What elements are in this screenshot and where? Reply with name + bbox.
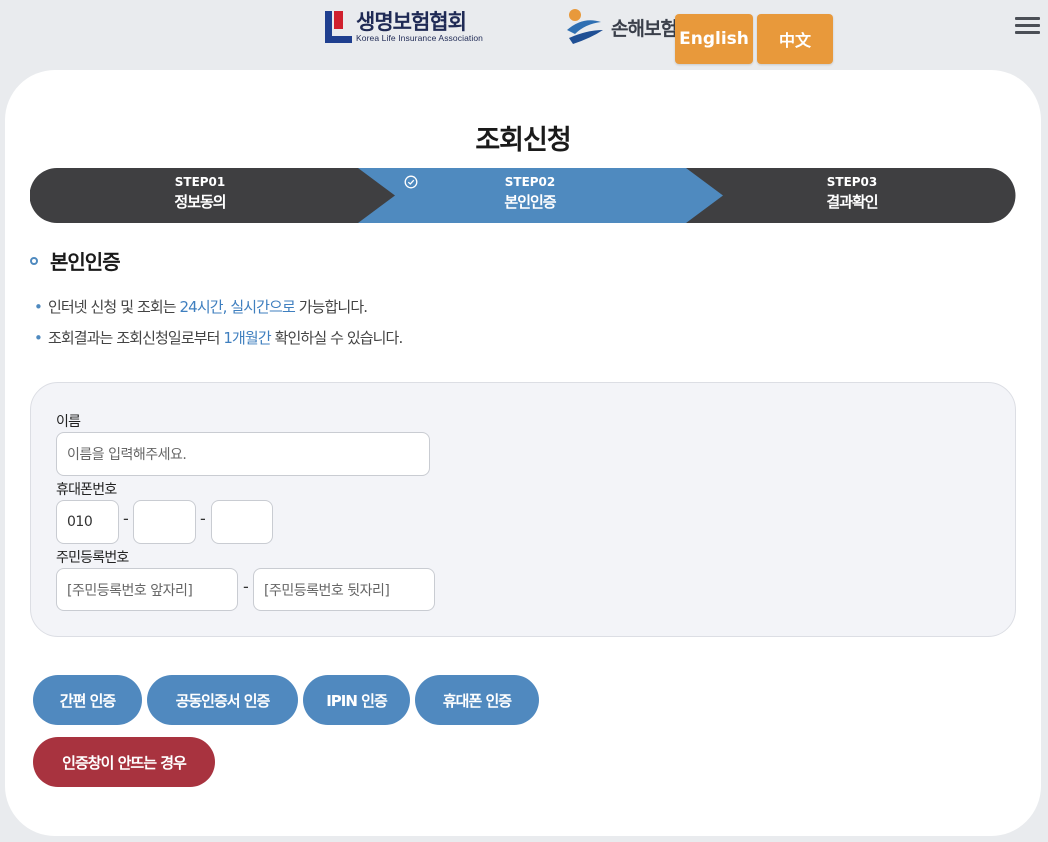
- phone-last-input[interactable]: [211, 500, 273, 544]
- english-button[interactable]: English: [675, 14, 753, 64]
- phone-auth-button[interactable]: 휴대폰 인증: [415, 675, 539, 725]
- rrn-label: 주민등록번호: [56, 550, 129, 566]
- main-card: 조회신청 STEP01 정보동의 STEP02 본인인증 STEP03 결과확인…: [5, 70, 1041, 836]
- klia-logo-mark-icon: [325, 11, 352, 43]
- klia-logo-text: 생명보험협회: [356, 10, 467, 34]
- gia-logo-mark-icon: [567, 9, 603, 44]
- phone-dash: -: [123, 509, 129, 528]
- cert-auth-button[interactable]: 공동인증서 인증: [147, 675, 298, 725]
- step-3-number: STEP03: [826, 175, 878, 189]
- section-title: 본인인증: [30, 246, 121, 275]
- phone-prefix-input[interactable]: 010: [56, 500, 119, 544]
- step-3-name: 결과확인: [826, 193, 878, 211]
- section-title-text: 본인인증: [50, 250, 121, 274]
- step-3: STEP03 결과확인: [722, 175, 982, 214]
- header: 생명보험협회 Korea Life Insurance Association …: [0, 0, 1048, 66]
- step-indicator: STEP01 정보동의 STEP02 본인인증 STEP03 결과확인: [30, 168, 1016, 223]
- phone-label: 휴대폰번호: [56, 482, 117, 498]
- step-2-name: 본인인증: [504, 193, 556, 211]
- step-1-number: STEP01: [174, 175, 226, 189]
- klia-logo-subtext: Korea Life Insurance Association: [356, 33, 483, 43]
- popup-help-button[interactable]: 인증창이 안뜨는 경우: [33, 737, 215, 787]
- notice-highlight: 1개월간: [223, 329, 271, 347]
- rrn-dash: -: [243, 577, 249, 596]
- rrn-front-input[interactable]: [주민등록번호 앞자리]: [56, 568, 238, 611]
- notice-text: 가능합니다.: [294, 298, 368, 316]
- notice-text: 인터넷 신청 및 조회는: [47, 298, 180, 316]
- identity-form: 이름 이름을 입력해주세요. 휴대폰번호 010 - - 주민등록번호 [주민등…: [30, 382, 1016, 637]
- step-1: STEP01 정보동의: [70, 175, 330, 214]
- notice-list: • 인터넷 신청 및 조회는 24시간, 실시간으로 가능합니다. • 조회결과는 …: [34, 295, 404, 357]
- rrn-back-input[interactable]: [주민등록번호 뒷자리]: [253, 568, 435, 611]
- notice-text: 확인하실 수 있습니다.: [270, 329, 404, 347]
- klia-logo[interactable]: 생명보험협회 Korea Life Insurance Association: [325, 11, 483, 43]
- bullet-icon: •: [34, 298, 43, 316]
- step-2-number: STEP02: [504, 175, 556, 189]
- hamburger-menu-icon[interactable]: [1015, 17, 1040, 37]
- ipin-auth-button[interactable]: IPIN 인증: [303, 675, 410, 725]
- notice-highlight: 24시간, 실시간으로: [179, 298, 296, 316]
- circle-bullet-icon: [30, 256, 38, 265]
- name-input[interactable]: 이름을 입력해주세요.: [56, 432, 430, 476]
- name-label: 이름: [56, 414, 81, 430]
- bullet-icon: •: [34, 329, 43, 347]
- chinese-button[interactable]: 中文: [757, 14, 833, 64]
- phone-dash: -: [200, 509, 206, 528]
- step-2: STEP02 본인인증: [400, 175, 660, 214]
- step-1-name: 정보동의: [174, 193, 226, 211]
- check-circle-icon: [404, 175, 418, 189]
- page-title: 조회신청: [475, 125, 571, 156]
- notice-text: 조회결과는 조회신청일로부터: [47, 329, 224, 347]
- gia-logo[interactable]: 손해보험: [565, 8, 678, 46]
- notice-item: • 인터넷 신청 및 조회는 24시간, 실시간으로 가능합니다.: [34, 295, 402, 326]
- simple-auth-button[interactable]: 간편 인증: [33, 675, 142, 725]
- gia-logo-text: 손해보험: [611, 17, 678, 40]
- phone-middle-input[interactable]: [133, 500, 196, 544]
- notice-item: • 조회결과는 조회신청일로부터 1개월간 확인하실 수 있습니다.: [34, 326, 404, 357]
